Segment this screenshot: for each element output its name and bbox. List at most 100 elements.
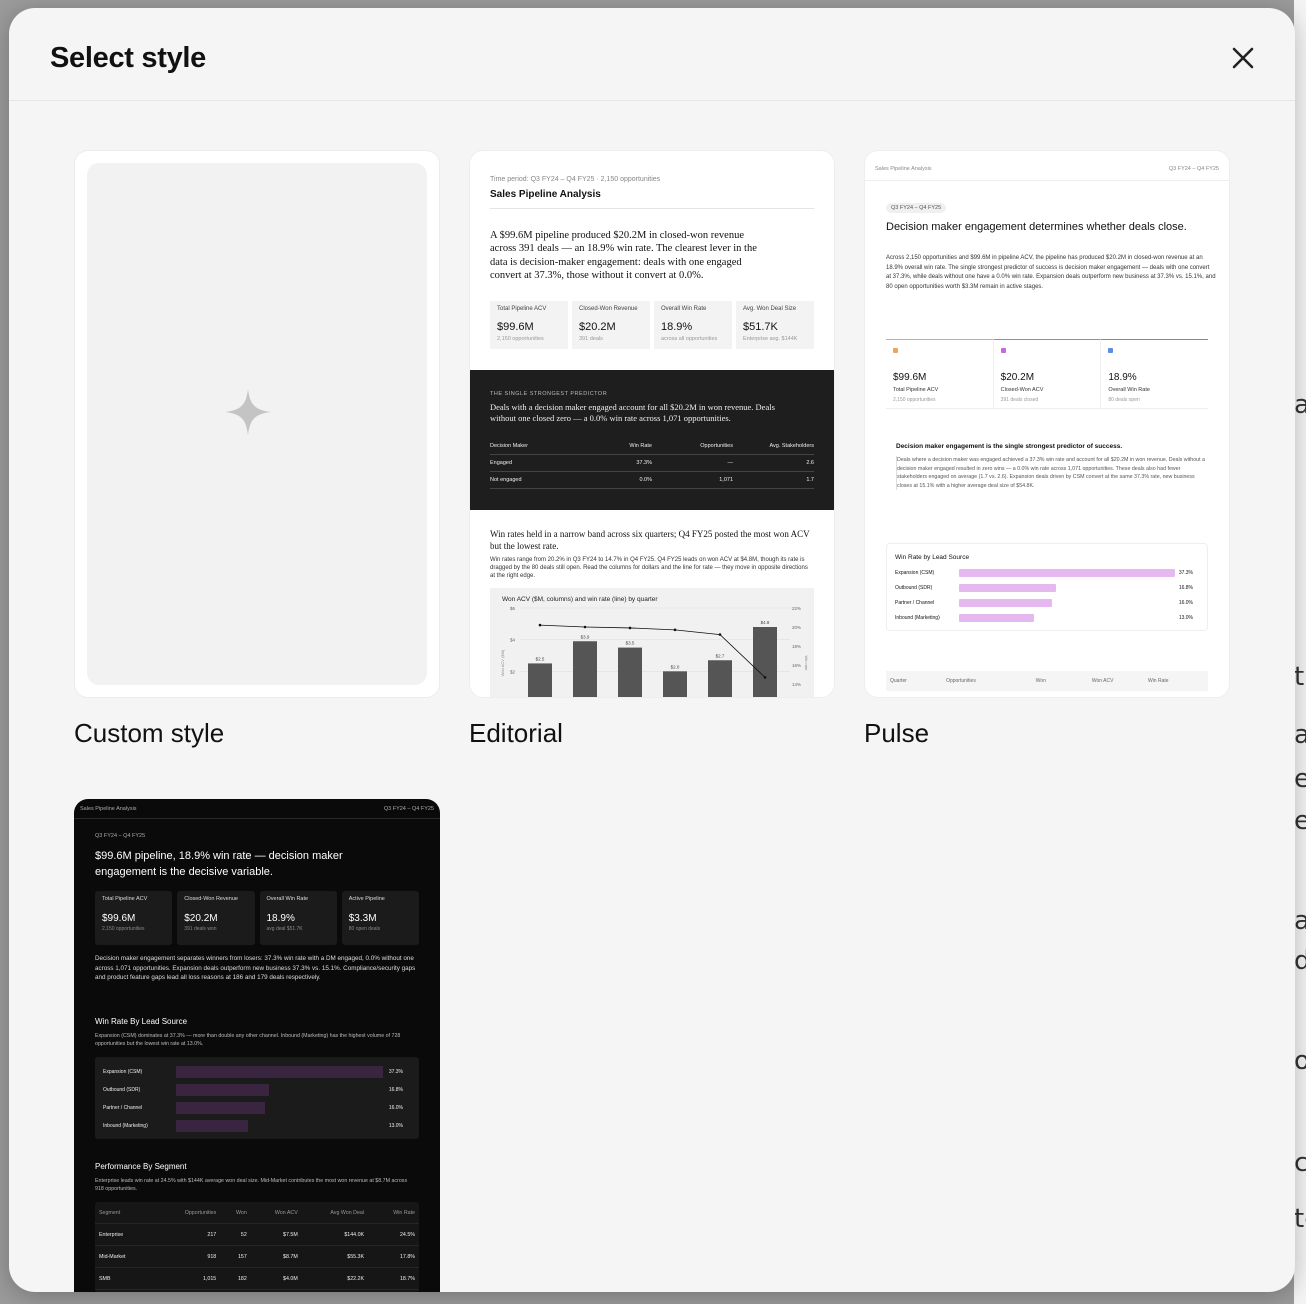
win-rate-row: Inbound (Marketing) 13.0% (895, 613, 1199, 622)
kpi-card: Overall Win Rate 18.9% avg deal $51.7K (259, 891, 337, 945)
kpi-label: Closed-Won Revenue (184, 896, 238, 902)
table-cell: 1.7 (806, 477, 814, 483)
table-cell: Mid-Market (99, 1253, 126, 1260)
table-row: SMB 1,015 182 $4.0M $22.2K 18.7% (95, 1268, 419, 1290)
kpi-label: Avg. Won Deal Size (743, 306, 797, 312)
dark-thumbnail[interactable]: Sales Pipeline Analysis Q3 FY24 – Q4 FY2… (74, 799, 440, 1292)
table-cell: $22.2K (347, 1275, 365, 1282)
lead-source-row: Expansion (CSM) 37.3% (103, 1066, 403, 1078)
row-label: Expansion (CSM) (895, 569, 935, 576)
preview-paragraph: Across 2,150 opportunities and $99.6M in… (886, 255, 1216, 290)
row-value: 16.8% (1178, 584, 1193, 591)
custom-style-thumbnail[interactable] (74, 150, 440, 698)
pulse-thumbnail[interactable]: Sales Pipeline Analysis Q3 FY24 – Q4 FY2… (864, 150, 1230, 698)
style-card-dark[interactable]: Sales Pipeline Analysis Q3 FY24 – Q4 FY2… (74, 799, 440, 1292)
kpi-label: Overall Win Rate (266, 896, 309, 902)
table-cell: Avg Won Deal (330, 1209, 365, 1216)
table-row: Engaged 37.3% — 2.6 (490, 455, 814, 472)
lead-source-bar (176, 1084, 270, 1096)
row-label: Partner / Channel (895, 599, 935, 606)
lead-source-bar (176, 1120, 249, 1132)
editorial-thumbnail[interactable]: Time period: Q3 FY24 – Q4 FY25 · 2,150 o… (469, 150, 835, 698)
table-cell: Engaged (490, 460, 513, 466)
table-cell: Won ACV (274, 1209, 298, 1216)
y-tick-label: $6 (510, 606, 516, 611)
row-value: 16.0% (1178, 599, 1193, 606)
stat-value: $99.6M (893, 372, 927, 383)
y-tick-label: $2 (510, 669, 516, 674)
bar-label: $3.5 (626, 641, 635, 646)
table-cell: 18.7% (399, 1275, 416, 1282)
stat-icon (893, 348, 898, 353)
row-value: 13.0% (1178, 614, 1193, 621)
predictor-text: Deals with a decision maker engaged acco… (490, 402, 775, 423)
kpi-card: Active Pipeline $3.3M 80 open deals (341, 891, 419, 945)
preview-title: Sales Pipeline Analysis (490, 189, 601, 200)
table-cell: 37.3% (636, 460, 652, 466)
line-point (673, 628, 677, 632)
bar (708, 660, 732, 697)
kpi-row: Total Pipeline ACV $99.6M 2,150 opportunit… (95, 891, 419, 945)
bar (573, 641, 597, 697)
style-card-pulse[interactable]: Sales Pipeline Analysis Q3 FY24 – Q4 FY2… (864, 150, 1230, 748)
bar-label: $2.7 (716, 653, 725, 658)
y2-tick-label: 20% (792, 625, 801, 630)
sparkle-icon (225, 389, 271, 435)
table-cell: Opportunities (184, 1209, 217, 1216)
background-page-edge: atiaeevadocte (1294, 0, 1306, 1304)
table-row: Mid-Market 918 157 $8.7M $55.3K 17.8% (95, 1246, 419, 1268)
header-title: Sales Pipeline Analysis (80, 806, 137, 812)
stat-row: $99.6M Total Pipeline ACV 2,150 opportunit… (886, 339, 1209, 409)
row-label: Inbound (Marketing) (103, 1123, 148, 1129)
period-label: Q3 FY24 – Q4 FY25 (95, 833, 146, 839)
table-cell: 182 (237, 1275, 247, 1282)
lead-source-title: Win Rate By Lead Source (95, 1017, 188, 1026)
kpi-value: $99.6M (497, 321, 534, 333)
card-label: Editorial (469, 718, 563, 748)
table-cell: $55.3K (347, 1253, 365, 1260)
table-cell: 52 (240, 1231, 247, 1238)
table-cell: Not engaged (490, 477, 522, 483)
close-button[interactable] (1225, 40, 1261, 76)
note-body: Deals where a decision maker was engaged… (896, 456, 1208, 491)
table-header-cell: Win Rate (1147, 678, 1169, 684)
close-icon (1232, 47, 1254, 69)
stat-value: 18.9% (1108, 372, 1137, 383)
kpi-value: $99.6M (102, 913, 136, 924)
kpi-value: $3.3M (348, 913, 377, 924)
quarter-table-header: Quarter Opportunities Won Won ACV Win Rate (886, 671, 1208, 691)
segment-title: Performance By Segment (95, 1162, 187, 1171)
preview-lede: A $99.6M pipeline produced $20.2M in clo… (490, 230, 757, 281)
table-cell: Avg. Stakeholders (769, 443, 814, 449)
section-title: Win rates held in a narrow band across s… (490, 529, 810, 551)
table-cell: $8.7M (283, 1253, 298, 1260)
row-value: 16.0% (388, 1105, 403, 1111)
kpi-sub: across all opportunities (661, 336, 718, 342)
stat-label: Total Pipeline ACV (893, 387, 939, 393)
style-card-editorial[interactable]: Time period: Q3 FY24 – Q4 FY25 · 2,150 o… (469, 150, 835, 748)
kpi-label: Total Pipeline ACV (102, 896, 148, 902)
table-cell: Decision Maker (490, 443, 528, 449)
header-period: Q3 FY24 – Q4 FY25 (383, 806, 434, 812)
table-cell: 0.0% (639, 477, 652, 483)
win-rate-row: Expansion (CSM) 37.3% (895, 568, 1199, 577)
y-tick-label: $4 (510, 638, 516, 643)
stat-sub: 391 deals closed (1000, 397, 1039, 403)
kpi-row: Total Pipeline ACV $99.6M 2,150 opportunit… (490, 301, 814, 349)
bar (618, 647, 642, 697)
table-cell: Opportunities (700, 443, 733, 449)
style-card-custom[interactable]: Custom style (74, 150, 440, 748)
stat-label: Overall Win Rate (1108, 387, 1150, 393)
table-cell: Win Rate (393, 1209, 416, 1216)
table-cell: 17.8% (399, 1253, 416, 1260)
preview-header: Sales Pipeline Analysis Q3 FY24 – Q4 FY2… (74, 799, 440, 819)
table-row: Not engaged 0.0% 1,071 1.7 (490, 472, 814, 489)
bar (528, 663, 552, 697)
win-rate-panel: Win Rate by Lead Source Expansion (CSM) 3… (886, 543, 1208, 631)
bar-label: $4.8 (761, 620, 770, 625)
win-rate-title: Win Rate by Lead Source (895, 554, 970, 561)
table-cell: 918 (207, 1253, 217, 1260)
kpi-sub: avg deal $51.7K (266, 926, 303, 932)
row-value: 13.0% (388, 1123, 403, 1129)
lead-source-row: Partner / Channel 16.0% (103, 1102, 403, 1114)
